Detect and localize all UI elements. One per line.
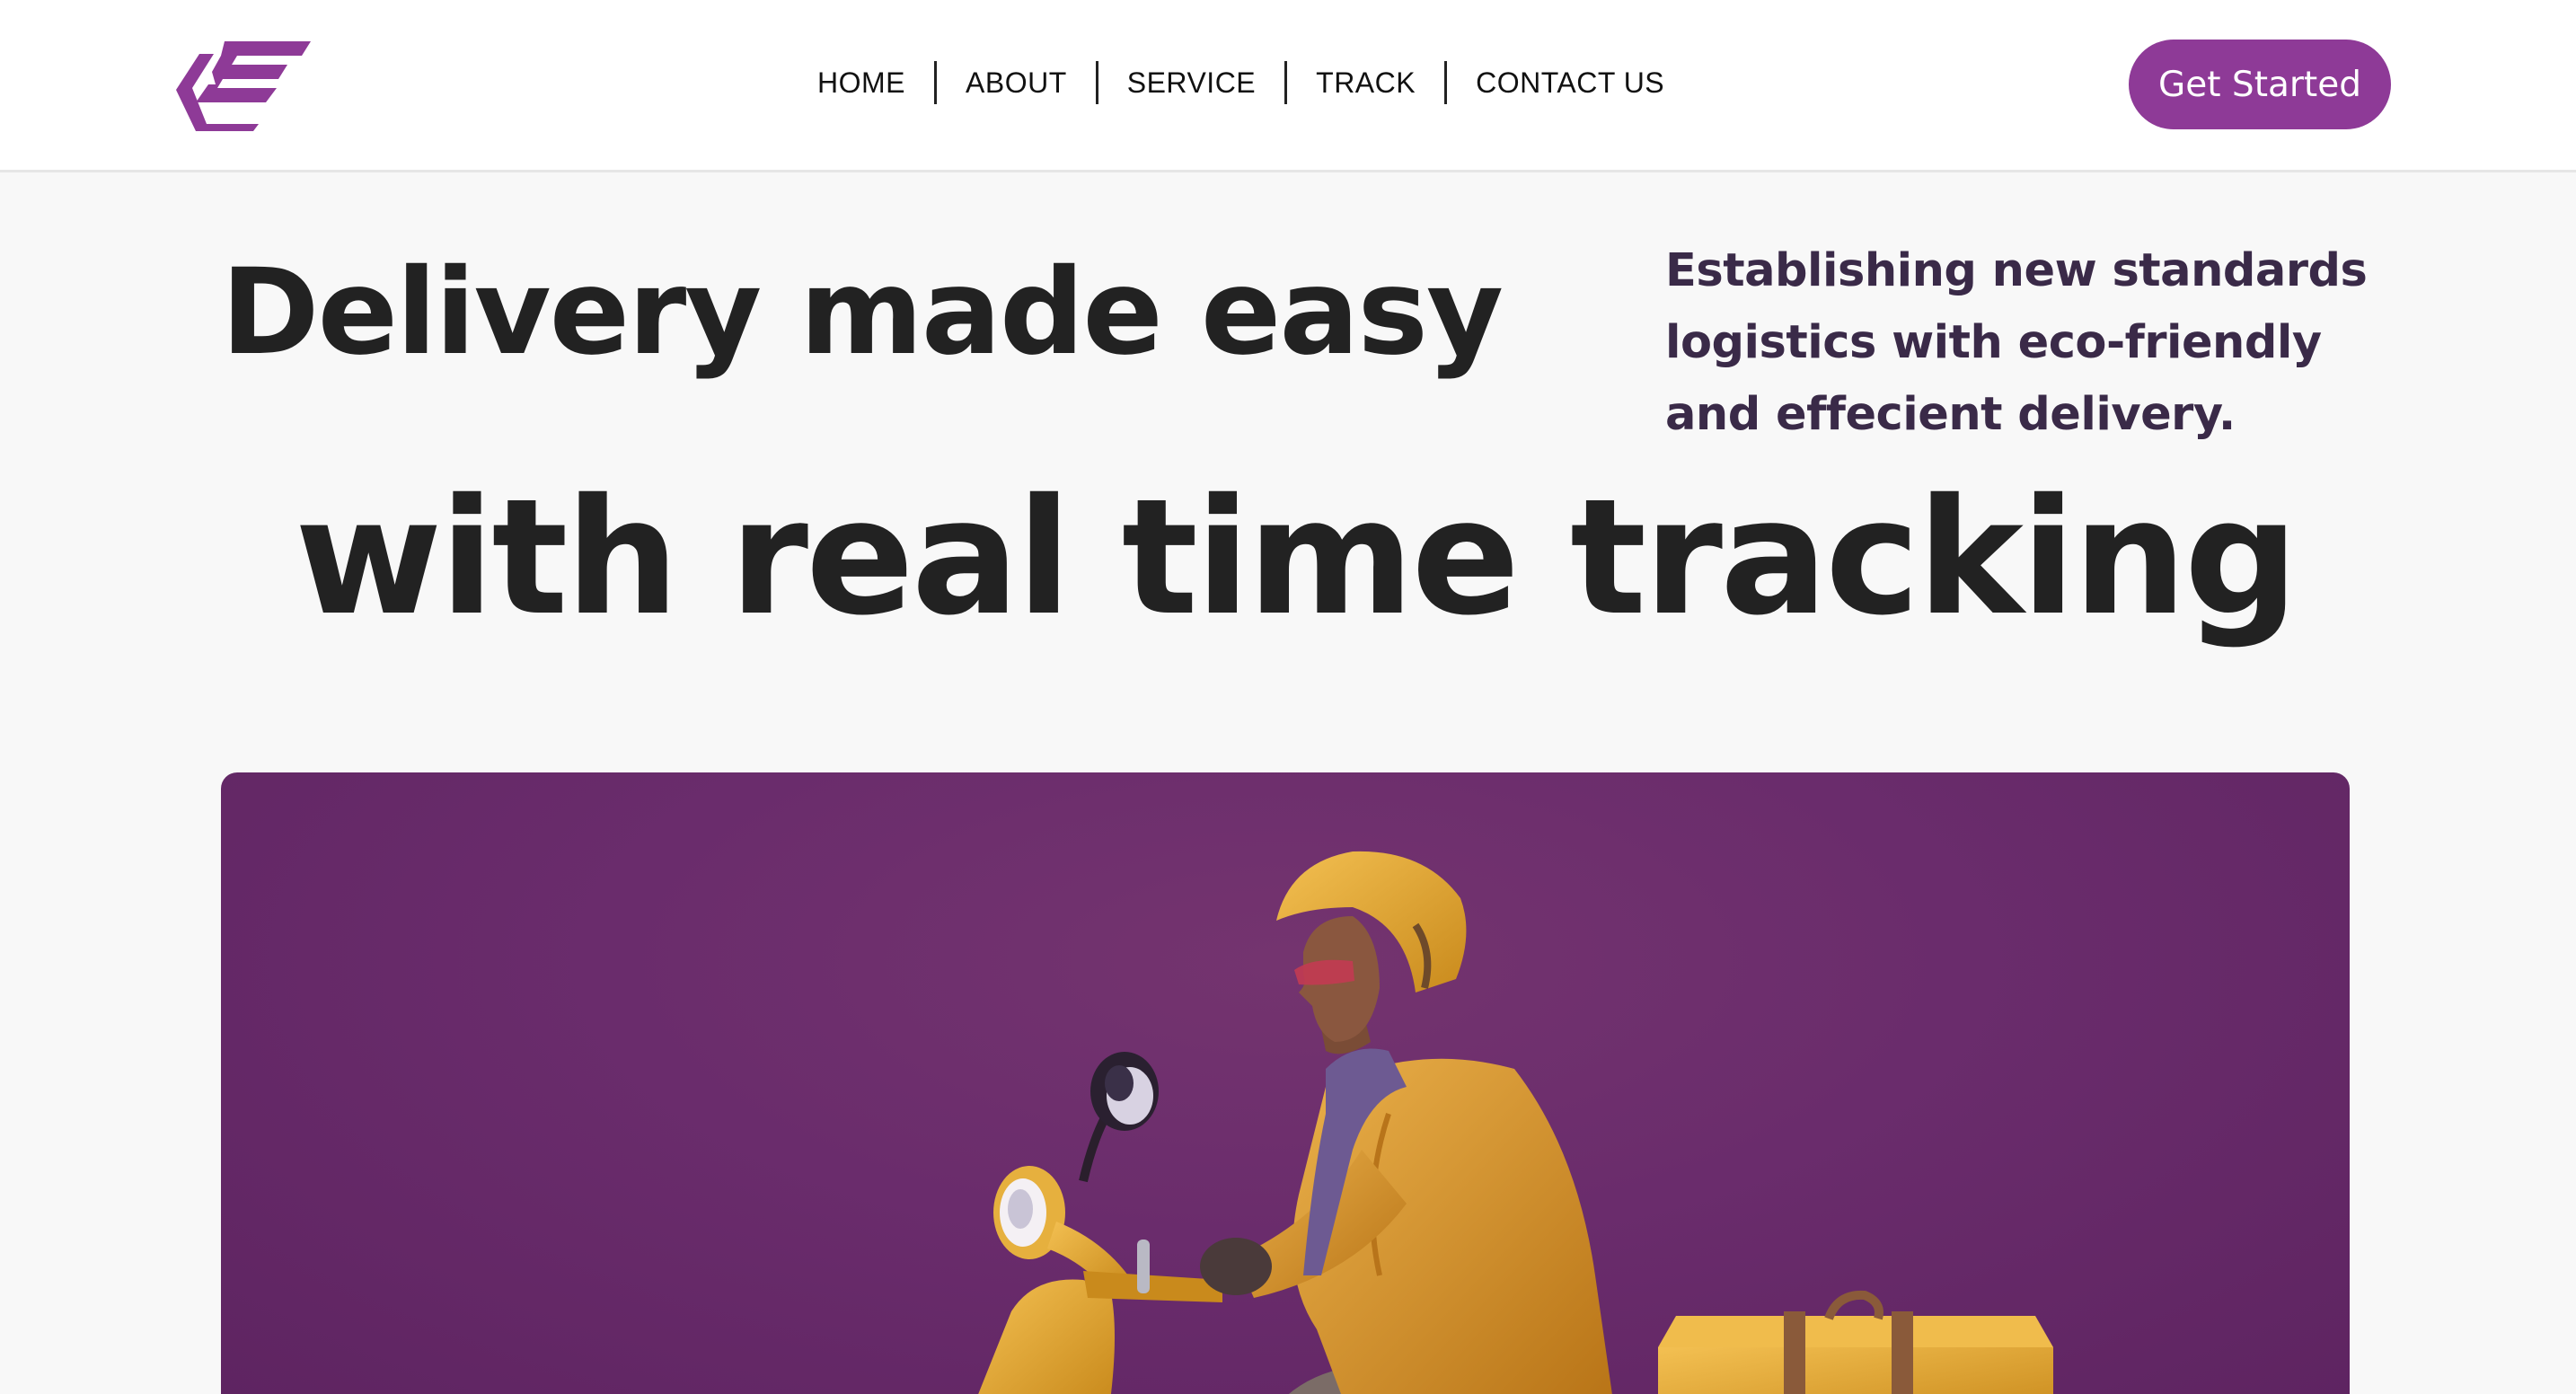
hero-tagline: Establishing new standards logistics wit… [1665, 235, 2402, 451]
parcel-box [1658, 1290, 2053, 1394]
tagline-line: Establishing new standards [1665, 244, 2368, 297]
tagline-line: and effecient delivery. [1665, 388, 2236, 441]
nav-track[interactable]: TRACK [1287, 61, 1444, 104]
site-header: HOME ABOUT SERVICE TRACK CONTACT US Get … [0, 0, 2576, 172]
hero-headline-line-2: with real time tracking [295, 464, 2298, 650]
tagline-line: logistics with eco-friendly [1665, 316, 2322, 369]
nav-home[interactable]: HOME [790, 61, 934, 104]
hero-image [221, 772, 2350, 1394]
get-started-button[interactable]: Get Started [2129, 40, 2391, 129]
nav-service[interactable]: SERVICE [1098, 61, 1284, 104]
main-nav: HOME ABOUT SERVICE TRACK CONTACT US [790, 57, 1693, 108]
brand-e-logo-icon[interactable] [176, 38, 311, 131]
hero-headline-line-1: Delivery made easy [221, 243, 1504, 382]
rider-glove [1200, 1238, 1272, 1295]
delivery-rider-illustration [978, 851, 2053, 1394]
nav-about[interactable]: ABOUT [937, 61, 1096, 104]
nav-contact-us[interactable]: CONTACT US [1447, 61, 1693, 104]
